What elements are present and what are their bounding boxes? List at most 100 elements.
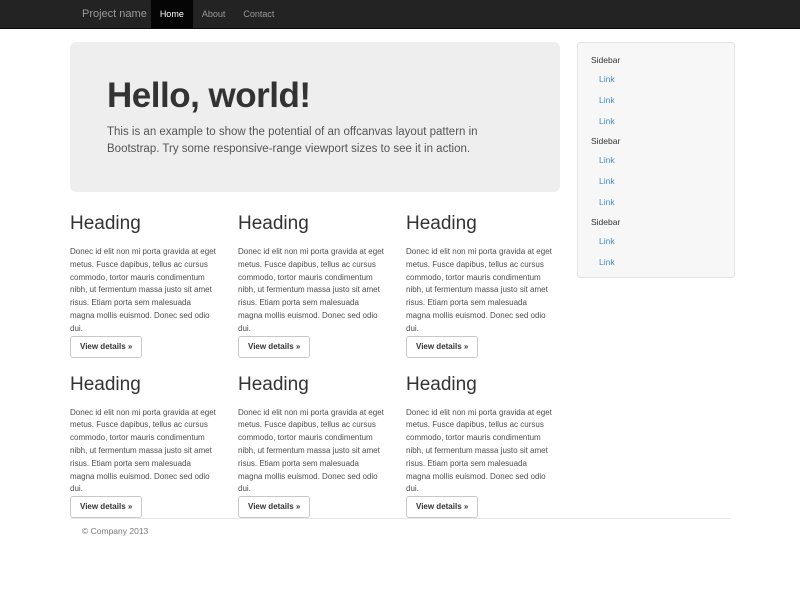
card-body-line: commodo, tortor mauris condimentum [406, 272, 559, 285]
card-body-line: metus. Fusce dapibus, tellus ac cursus [406, 419, 559, 432]
view-details-button[interactable]: View details » [238, 496, 310, 518]
card-body: Donec id elit non mi porta gravida at eg… [406, 407, 559, 497]
card-body-line: magna mollis euismod. Donec sed odio [70, 310, 223, 323]
sidebar-links: LinkLinkLink [578, 69, 734, 132]
card-body-line: metus. Fusce dapibus, tellus ac cursus [406, 259, 559, 272]
jumbotron: Hello, world! This is an example to show… [70, 42, 560, 192]
navbar-brand[interactable]: Project name [82, 0, 147, 28]
sidebar-link[interactable]: Link [578, 150, 734, 171]
card-body-line: risus. Etiam porta sem malesuada [70, 297, 223, 310]
view-details-button[interactable]: View details » [406, 496, 478, 518]
sidebar-group: Sidebar LinkLink [578, 213, 734, 273]
card-body-line: commodo, tortor mauris condimentum [70, 432, 223, 445]
card-body-line: commodo, tortor mauris condimentum [238, 272, 391, 285]
card-body-line: Donec id elit non mi porta gravida at eg… [406, 246, 559, 259]
card-body: Donec id elit non mi porta gravida at eg… [238, 246, 391, 336]
card-body-line: magna mollis euismod. Donec sed odio [70, 471, 223, 484]
card-body-line: risus. Etiam porta sem malesuada [238, 458, 391, 471]
card-body: Donec id elit non mi porta gravida at eg… [238, 407, 391, 497]
jumbotron-title: Hello, world! [107, 77, 523, 115]
card-body-line: nibh, ut fermentum massa justo sit amet [406, 445, 559, 458]
sidebar-link[interactable]: Link [578, 252, 734, 273]
card-body-line: commodo, tortor mauris condimentum [238, 432, 391, 445]
nav-item[interactable]: Home [151, 0, 193, 28]
page: Project name Home About Contact Hello, w… [0, 0, 800, 600]
navbar: Project name Home About Contact [0, 0, 800, 29]
card-body-line: risus. Etiam porta sem malesuada [238, 297, 391, 310]
sidebar-group-title: Sidebar [578, 132, 734, 150]
card-body-line: Donec id elit non mi porta gravida at eg… [238, 246, 391, 259]
card-body-line: nibh, ut fermentum massa justo sit amet [238, 284, 391, 297]
card-body-line: commodo, tortor mauris condimentum [406, 432, 559, 445]
card-body-line: nibh, ut fermentum massa justo sit amet [406, 284, 559, 297]
card-heading: Heading [406, 373, 559, 397]
card-body-line: dui. [406, 483, 559, 496]
sidebar-link[interactable]: Link [578, 69, 734, 90]
card-body-line: commodo, tortor mauris condimentum [70, 272, 223, 285]
sidebar-links: LinkLink [578, 231, 734, 273]
card-body-line: metus. Fusce dapibus, tellus ac cursus [70, 419, 223, 432]
sidebar-link[interactable]: Link [578, 192, 734, 213]
card-body-line: Donec id elit non mi porta gravida at eg… [70, 407, 223, 420]
card-body-line: dui. [406, 323, 559, 336]
card-body-line: risus. Etiam porta sem malesuada [406, 458, 559, 471]
card-body: Donec id elit non mi porta gravida at eg… [70, 407, 223, 497]
card-body-line: nibh, ut fermentum massa justo sit amet [70, 445, 223, 458]
card-body-line: risus. Etiam porta sem malesuada [406, 297, 559, 310]
card: Heading Donec id elit non mi porta gravi… [70, 373, 223, 519]
view-details-button[interactable]: View details » [238, 336, 310, 358]
card-heading: Heading [70, 373, 223, 397]
sidebar-group-title: Sidebar [578, 213, 734, 231]
card-body-line: nibh, ut fermentum massa justo sit amet [70, 284, 223, 297]
nav-item[interactable]: About [193, 0, 235, 28]
sidebar-link[interactable]: Link [578, 90, 734, 111]
sidebar-group-title: Sidebar [578, 51, 734, 69]
card-body-line: dui. [238, 323, 391, 336]
nav-item-link[interactable]: About [193, 0, 235, 28]
card-body-line: Donec id elit non mi porta gravida at eg… [238, 407, 391, 420]
card-body-line: Donec id elit non mi porta gravida at eg… [406, 407, 559, 420]
card: Heading Donec id elit non mi porta gravi… [70, 212, 223, 358]
sidebar-link[interactable]: Link [578, 171, 734, 192]
nav-item-link[interactable]: Home [151, 0, 193, 28]
card: Heading Donec id elit non mi porta gravi… [238, 373, 391, 519]
card-body-line: magna mollis euismod. Donec sed odio [238, 471, 391, 484]
card-body-line: metus. Fusce dapibus, tellus ac cursus [238, 259, 391, 272]
card-heading: Heading [70, 212, 223, 236]
jumbotron-description: This is an example to show the potential… [107, 124, 523, 158]
view-details-button[interactable]: View details » [70, 336, 142, 358]
card: Heading Donec id elit non mi porta gravi… [406, 373, 559, 519]
card-body: Donec id elit non mi porta gravida at eg… [70, 246, 223, 336]
card-heading: Heading [238, 373, 391, 397]
card-body-line: dui. [70, 323, 223, 336]
card-body-line: Donec id elit non mi porta gravida at eg… [70, 246, 223, 259]
card-body-line: magna mollis euismod. Donec sed odio [406, 310, 559, 323]
sidebar-group: Sidebar LinkLinkLink [578, 132, 734, 213]
nav-item-link[interactable]: Contact [234, 0, 283, 28]
card-body-line: dui. [238, 483, 391, 496]
card-heading: Heading [406, 212, 559, 236]
view-details-button[interactable]: View details » [70, 496, 142, 518]
card-body-line: risus. Etiam porta sem malesuada [70, 458, 223, 471]
card-body-line: magna mollis euismod. Donec sed odio [406, 471, 559, 484]
jumbotron-description-line: Bootstrap. Try some responsive-range vie… [107, 141, 523, 158]
view-details-button[interactable]: View details » [406, 336, 478, 358]
card-body-line: dui. [70, 483, 223, 496]
navbar-menu: Home About Contact [151, 0, 284, 28]
sidebar: Sidebar LinkLinkLink Sidebar LinkLinkLin… [577, 42, 735, 278]
footer-divider [70, 518, 730, 519]
nav-item[interactable]: Contact [234, 0, 283, 28]
card-heading: Heading [238, 212, 391, 236]
card-body-line: metus. Fusce dapibus, tellus ac cursus [238, 419, 391, 432]
card: Heading Donec id elit non mi porta gravi… [406, 212, 559, 358]
card: Heading Donec id elit non mi porta gravi… [238, 212, 391, 358]
content-cards: Heading Donec id elit non mi porta gravi… [70, 212, 562, 518]
jumbotron-description-line: This is an example to show the potential… [107, 124, 523, 141]
copyright: © Company 2013 [82, 526, 148, 536]
sidebar-link[interactable]: Link [578, 231, 734, 252]
card-body-line: nibh, ut fermentum massa justo sit amet [238, 445, 391, 458]
sidebar-link[interactable]: Link [578, 111, 734, 132]
card-body-line: magna mollis euismod. Donec sed odio [238, 310, 391, 323]
sidebar-links: LinkLinkLink [578, 150, 734, 213]
card-body-line: metus. Fusce dapibus, tellus ac cursus [70, 259, 223, 272]
